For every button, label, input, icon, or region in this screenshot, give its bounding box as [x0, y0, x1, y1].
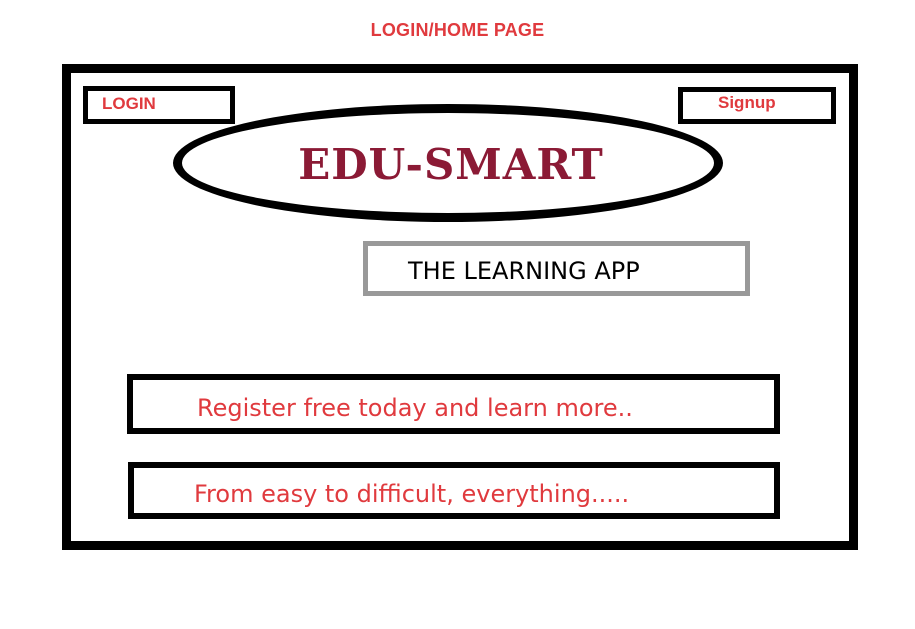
app-logo-text: EDU-SMART	[298, 140, 604, 189]
tagline-text: THE LEARNING APP	[408, 257, 640, 285]
tagline-box: THE LEARNING APP	[363, 241, 750, 296]
difficulty-promo-box: From easy to difficult, everything.....	[128, 462, 780, 519]
difficulty-promo-text: From easy to difficult, everything.....	[194, 480, 630, 508]
register-promo-text: Register free today and learn more..	[197, 394, 633, 422]
login-button[interactable]: LOGIN	[83, 86, 235, 124]
register-promo-box: Register free today and learn more..	[127, 374, 780, 434]
page-title: LOGIN/HOME PAGE	[370, 20, 545, 40]
signup-button[interactable]: Signup	[678, 87, 836, 124]
